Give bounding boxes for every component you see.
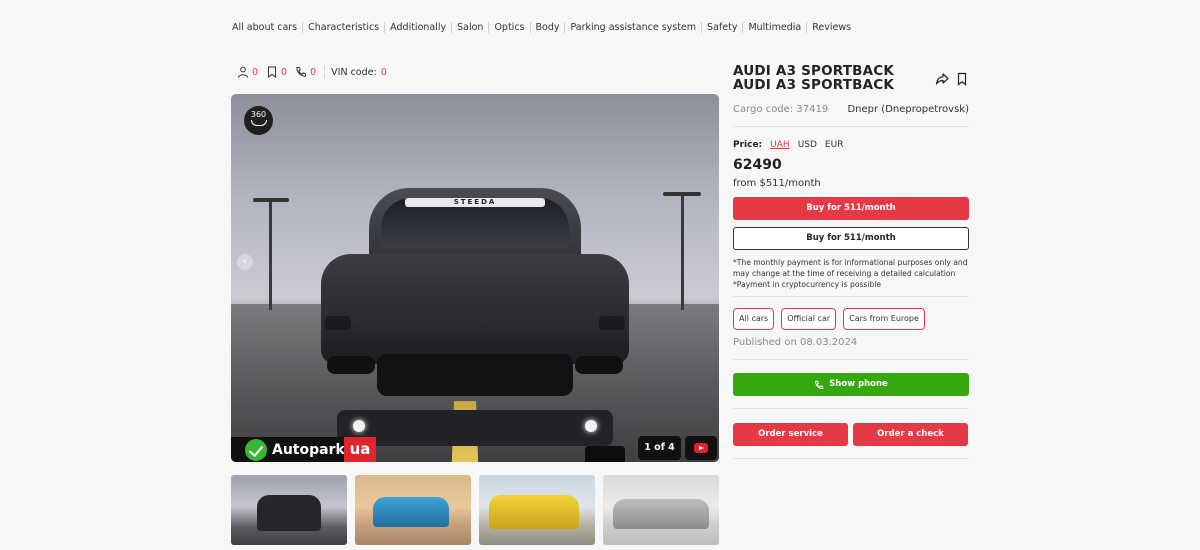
cargo-code: Cargo code: 37419 — [733, 104, 829, 115]
order-actions: Order service Order a check — [733, 423, 969, 446]
nav-item-multimedia[interactable]: Multimedia — [748, 22, 801, 33]
tag-all-cars[interactable]: All cars — [733, 308, 775, 330]
listing-stats: 0 0 0 VIN code: 0 — [237, 66, 387, 78]
divider — [733, 296, 969, 297]
published-date: Published on 08.03.2024 — [733, 337, 858, 348]
nav-divider — [302, 22, 304, 33]
street-lamp-head — [663, 192, 701, 196]
phone-icon — [296, 67, 307, 77]
nav-divider — [451, 22, 453, 33]
check-icon — [245, 438, 267, 461]
thumbnail-3[interactable] — [479, 475, 595, 545]
currency-uah[interactable]: UAH — [770, 140, 790, 150]
street-lamp-head — [253, 198, 289, 202]
divider — [733, 359, 969, 360]
tag-list: All cars Official car Cars from Europe — [733, 308, 969, 330]
currency-eur[interactable]: EUR — [825, 140, 844, 150]
divider — [733, 458, 969, 459]
street-lamp — [269, 200, 272, 310]
chevron-left-icon: ‹ — [243, 256, 247, 267]
nav-divider — [564, 22, 566, 33]
listing-title: AUDI A3 SPORTBACK AUDI A3 SPORTBACK — [733, 63, 895, 93]
nav-divider — [529, 22, 531, 33]
phone-icon — [815, 380, 824, 389]
thumbnail-1[interactable] — [231, 475, 347, 545]
view-360-button[interactable]: 360 — [244, 106, 273, 135]
view-360-label: 360 — [250, 110, 267, 119]
listing-meta: Cargo code: 37419 Dnepr (Dnepropetrovsk) — [733, 104, 969, 115]
calls-count: 0 — [310, 66, 317, 78]
saved-count: 0 — [281, 66, 288, 78]
nav-item-body[interactable]: Body — [536, 22, 560, 33]
saved-stat: 0 — [266, 66, 287, 78]
video-button[interactable] — [685, 436, 717, 460]
bookmark-icon — [268, 66, 277, 78]
price-value: 62490 — [733, 157, 782, 173]
price-label: Price: — [733, 140, 763, 150]
calls-stat: 0 — [295, 66, 316, 78]
payment-note-line: *Payment in cryptocurrency is possible — [733, 280, 882, 289]
nav-item-salon[interactable]: Salon — [457, 22, 483, 33]
city: Dnepr (Dnepropetrovsk) — [847, 104, 969, 115]
photo-counter: 1 of 4 — [638, 436, 681, 460]
nav-item-safety[interactable]: Safety — [707, 22, 737, 33]
buy-installment-button[interactable]: Buy for 511/month — [733, 197, 969, 220]
windshield-banner: STEEDA — [405, 198, 545, 207]
rotate-icon — [250, 120, 267, 126]
main-photo[interactable]: STEEDA 360 ‹ › Autopark ua 1 of — [231, 94, 719, 462]
nav-divider — [488, 22, 490, 33]
tag-official-car[interactable]: Official car — [781, 308, 837, 330]
currency-switcher: Price: UAH USD EUR — [733, 140, 969, 150]
nav-divider — [806, 22, 808, 33]
nav-item-additionally[interactable]: Additionally — [390, 22, 446, 33]
thumbnail-2[interactable] — [355, 475, 471, 545]
brand-suffix: ua — [344, 437, 376, 462]
nav-item-parking-assistance[interactable]: Parking assistance system — [570, 22, 696, 33]
vin-label: VIN code: — [331, 66, 377, 78]
page: All about cars Characteristics Additiona… — [0, 0, 1200, 550]
section-nav: All about cars Characteristics Additiona… — [232, 22, 851, 33]
tag-cars-from-europe[interactable]: Cars from Europe — [843, 308, 925, 330]
autopark-logo: Autopark ua — [231, 437, 376, 462]
user-icon — [238, 66, 248, 78]
prev-photo-button[interactable]: ‹ — [237, 254, 253, 270]
bookmark-icon[interactable] — [955, 72, 969, 86]
nav-item-all-about-cars[interactable]: All about cars — [232, 22, 297, 33]
nav-divider — [384, 22, 386, 33]
show-phone-button[interactable]: Show phone — [733, 373, 969, 396]
share-icon[interactable] — [935, 72, 949, 86]
stats-divider — [324, 66, 326, 78]
nav-divider — [742, 22, 744, 33]
nav-item-reviews[interactable]: Reviews — [812, 22, 851, 33]
order-service-button[interactable]: Order service — [733, 423, 848, 446]
nav-divider — [701, 22, 703, 33]
currency-usd[interactable]: USD — [798, 140, 817, 150]
payment-note: *The monthly payment is for informationa… — [733, 257, 969, 290]
buy-installment-outline-button[interactable]: Buy for 511/month — [733, 227, 969, 250]
order-check-button[interactable]: Order a check — [853, 423, 968, 446]
thumbnail-strip — [231, 475, 719, 545]
title-actions — [935, 72, 969, 86]
listing-panel: AUDI A3 SPORTBACK AUDI A3 SPORTBACK Carg… — [733, 64, 969, 459]
views-count: 0 — [252, 66, 259, 78]
nav-item-characteristics[interactable]: Characteristics — [308, 22, 379, 33]
nav-item-optics[interactable]: Optics — [494, 22, 524, 33]
divider — [733, 126, 969, 127]
views-stat: 0 — [237, 66, 258, 78]
brand-name: Autopark — [272, 441, 345, 458]
show-phone-label: Show phone — [829, 379, 888, 389]
youtube-icon — [694, 443, 708, 453]
vin-value: 0 — [380, 66, 387, 78]
car-image: STEEDA — [317, 184, 633, 462]
payment-note-line: *The monthly payment is for informationa… — [733, 258, 968, 278]
street-lamp — [681, 194, 684, 310]
divider — [733, 408, 969, 409]
monthly-price: from $511/month — [733, 178, 821, 189]
thumbnail-4[interactable] — [603, 475, 719, 545]
